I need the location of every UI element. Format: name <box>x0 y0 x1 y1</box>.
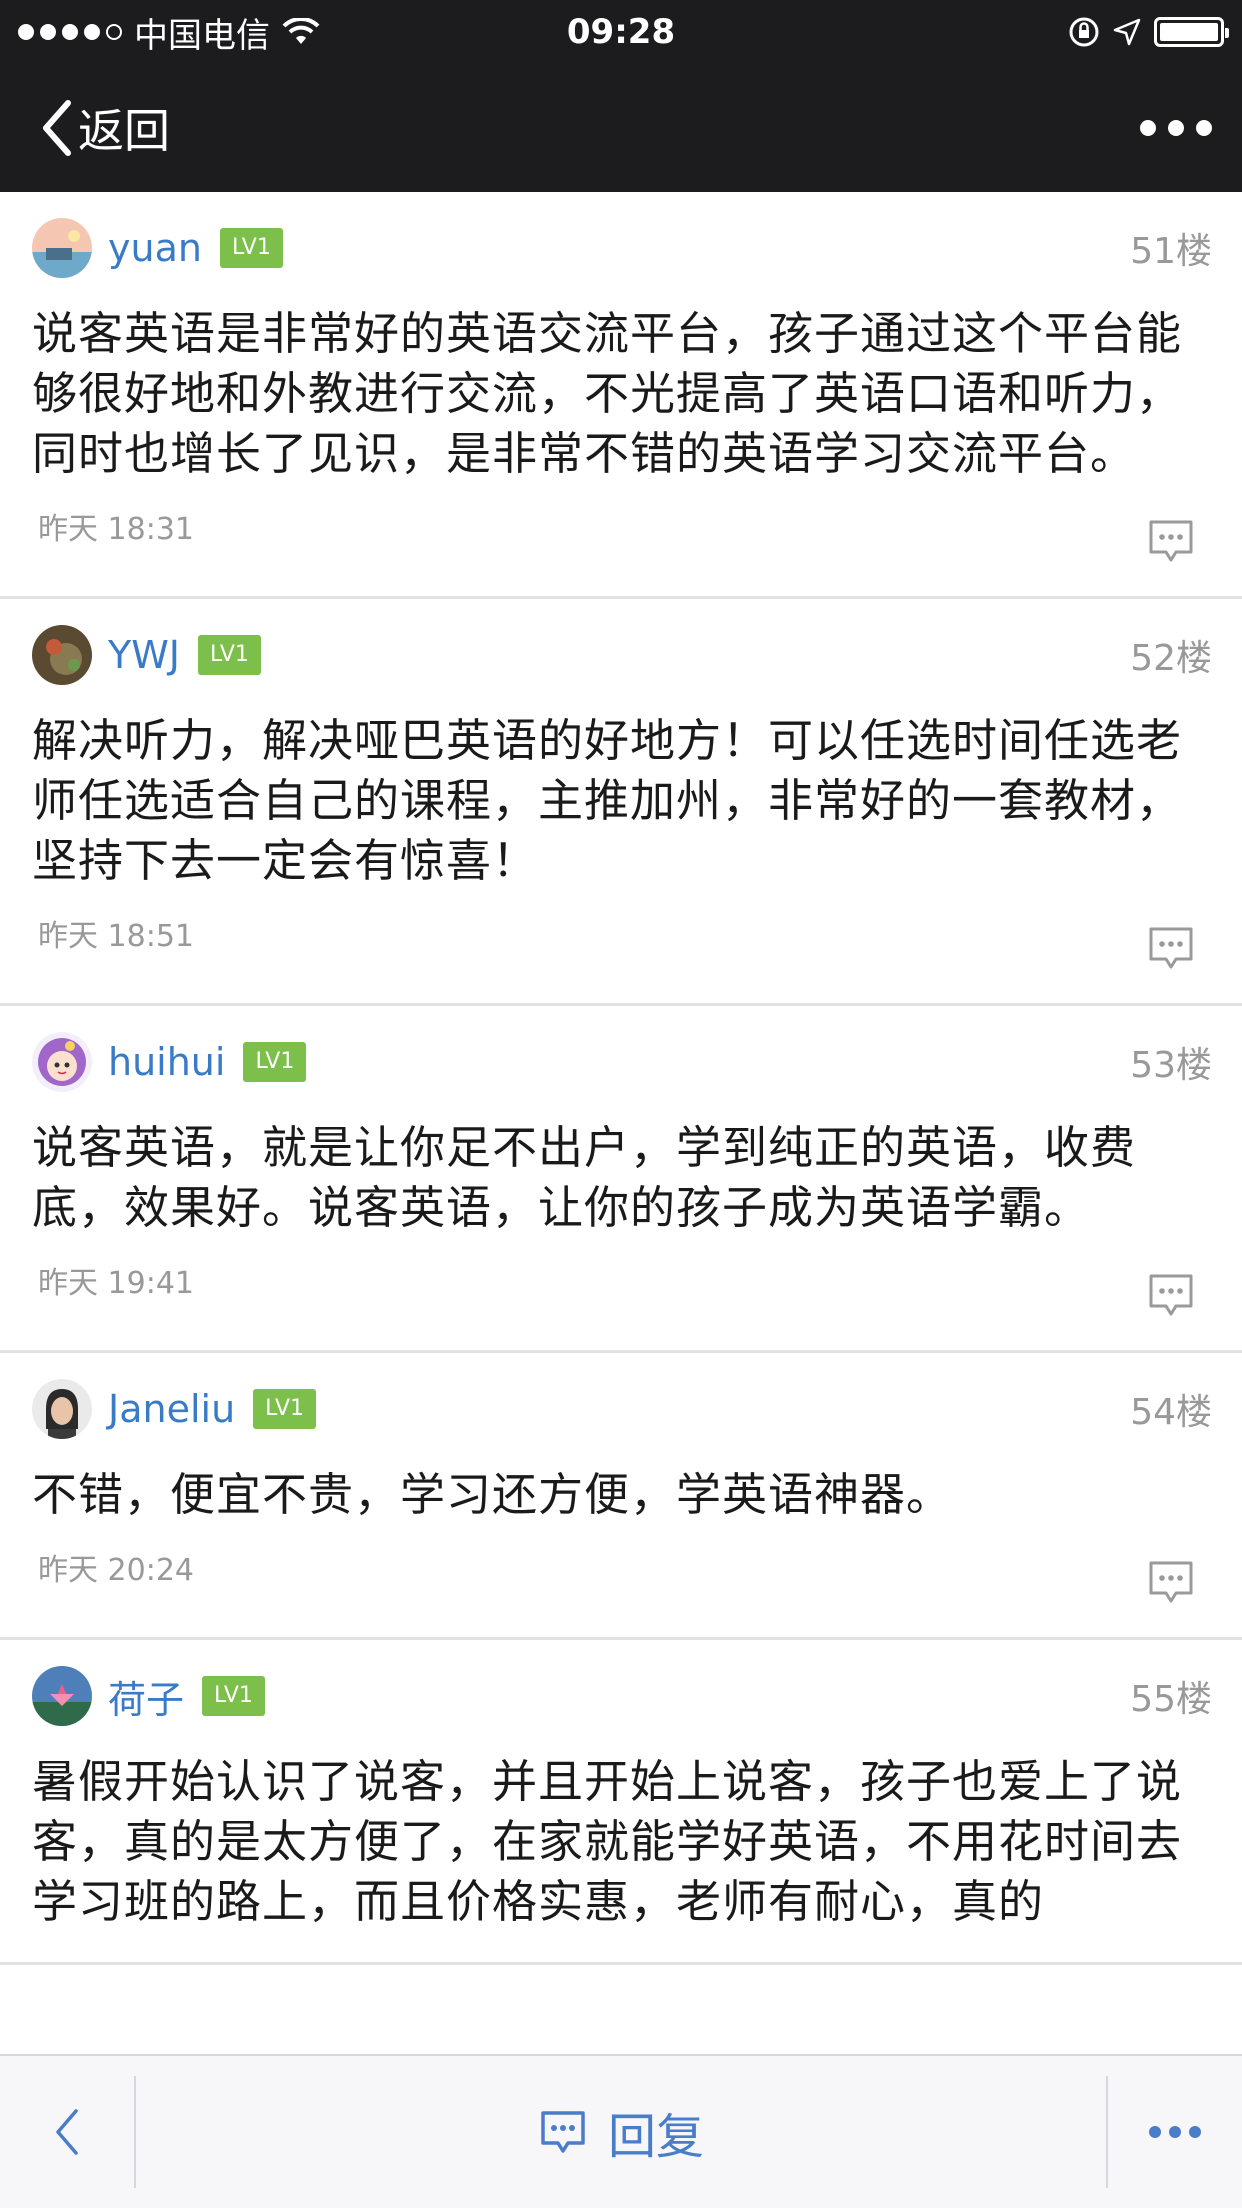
post-text: 说客英语是非常好的英语交流平台，孩子通过这个平台能够很好地和外教进行交流，不光提… <box>32 307 1183 480</box>
chevron-left-icon <box>43 100 71 156</box>
status-left: 中国电信 <box>18 8 320 57</box>
status-bar: 中国电信 09:28 <box>0 0 1242 64</box>
list-item: YWJ LV1 52楼 解决听力，解决哑巴英语的好地方！可以任选时间任选老师任选… <box>0 599 1242 1006</box>
nav-bar: 返回 <box>0 64 1242 192</box>
post-footer: 昨天 20:24 <box>32 1545 1212 1607</box>
username[interactable]: Janeliu <box>108 1387 235 1431</box>
bottom-toolbar: 回复 <box>0 2054 1242 2208</box>
chevron-left-icon <box>56 2109 78 2155</box>
level-badge: LV1 <box>219 228 283 268</box>
post-header: yuan LV1 51楼 <box>32 216 1212 280</box>
status-right <box>1068 16 1229 48</box>
battery-icon <box>1154 17 1229 47</box>
timestamp: 昨天 19:41 <box>38 1266 194 1301</box>
post-header: Janeliu LV1 54楼 <box>32 1377 1212 1441</box>
reply-comment-icon <box>541 2111 585 2153</box>
post-footer: 昨天 19:41 <box>32 1258 1212 1320</box>
comment-icon[interactable] <box>1146 1557 1196 1607</box>
comment-icon[interactable] <box>1146 923 1196 973</box>
post-text: 暑假开始认识了说客，并且开始上说客，孩子也爱上了说客，真的是太方便了，在家就能学… <box>32 1755 1183 1928</box>
more-menu-button[interactable] <box>1140 120 1212 136</box>
floor-number: 55楼 <box>1130 1679 1212 1720</box>
level-badge: LV1 <box>198 635 261 675</box>
timestamp: 昨天 20:24 <box>38 1553 194 1588</box>
reply-button[interactable]: 回复 <box>136 2056 1106 2208</box>
floor-number: 51楼 <box>1130 231 1212 272</box>
avatar[interactable] <box>32 1666 92 1726</box>
floor-number: 52楼 <box>1130 638 1212 679</box>
avatar[interactable] <box>32 625 92 685</box>
list-item: Janeliu LV1 54楼 不错，便宜不贵，学习还方便，学英语神器。 昨天 … <box>0 1353 1242 1640</box>
floor-number: 54楼 <box>1130 1392 1212 1433</box>
post-footer: 昨天 18:31 <box>32 504 1212 566</box>
avatar[interactable] <box>32 1379 92 1439</box>
timestamp: 昨天 18:31 <box>38 512 194 547</box>
username[interactable]: huihui <box>108 1040 225 1084</box>
back-label: 返回 <box>78 104 170 158</box>
reply-label: 回复 <box>607 2109 704 2165</box>
level-badge: LV1 <box>202 1676 265 1716</box>
more-dots-icon <box>1149 2126 1201 2138</box>
list-item: yuan LV1 51楼 说客英语是非常好的英语交流平台，孩子通过这个平台能够很… <box>0 192 1242 599</box>
level-badge: LV1 <box>253 1389 317 1429</box>
signal-strength-icon <box>18 24 122 40</box>
post-footer: 昨天 18:51 <box>32 911 1212 973</box>
prev-button[interactable] <box>0 2076 136 2188</box>
floor-number: 53楼 <box>1130 1045 1212 1086</box>
avatar[interactable] <box>32 1032 92 1092</box>
location-arrow-icon <box>1113 18 1141 46</box>
list-item: 荷子 LV1 55楼 暑假开始认识了说客，并且开始上说客，孩子也爱上了说客，真的… <box>0 1640 1242 1965</box>
list-item: huihui LV1 53楼 说客英语，就是让你足不出户，学到纯正的英语，收费底… <box>0 1006 1242 1353</box>
avatar[interactable] <box>32 218 92 278</box>
post-header: 荷子 LV1 55楼 <box>32 1664 1212 1728</box>
username[interactable]: 荷子 <box>108 1669 184 1724</box>
post-header: YWJ LV1 52楼 <box>32 623 1212 687</box>
orientation-lock-icon <box>1069 17 1099 47</box>
username[interactable]: YWJ <box>108 633 180 677</box>
level-badge: LV1 <box>243 1042 307 1082</box>
comment-icon[interactable] <box>1146 516 1196 566</box>
post-text: 不错，便宜不贵，学习还方便，学英语神器。 <box>32 1468 953 1521</box>
comment-icon[interactable] <box>1146 1270 1196 1320</box>
reply-list[interactable]: yuan LV1 51楼 说客英语是非常好的英语交流平台，孩子通过这个平台能够很… <box>0 192 1242 2054</box>
post-header: huihui LV1 53楼 <box>32 1030 1212 1094</box>
post-text: 解决听力，解决哑巴英语的好地方！可以任选时间任选老师任选适合自己的课程，主推加州… <box>32 714 1183 887</box>
timestamp: 昨天 18:51 <box>38 919 194 954</box>
post-text: 说客英语，就是让你足不出户，学到纯正的英语，收费底，效果好。说客英语，让你的孩子… <box>32 1121 1137 1234</box>
username[interactable]: yuan <box>108 226 202 270</box>
more-options-button[interactable] <box>1106 2076 1242 2188</box>
carrier-name: 中国电信 <box>134 15 270 56</box>
back-button[interactable]: 返回 <box>40 95 170 161</box>
wifi-icon <box>282 18 320 44</box>
